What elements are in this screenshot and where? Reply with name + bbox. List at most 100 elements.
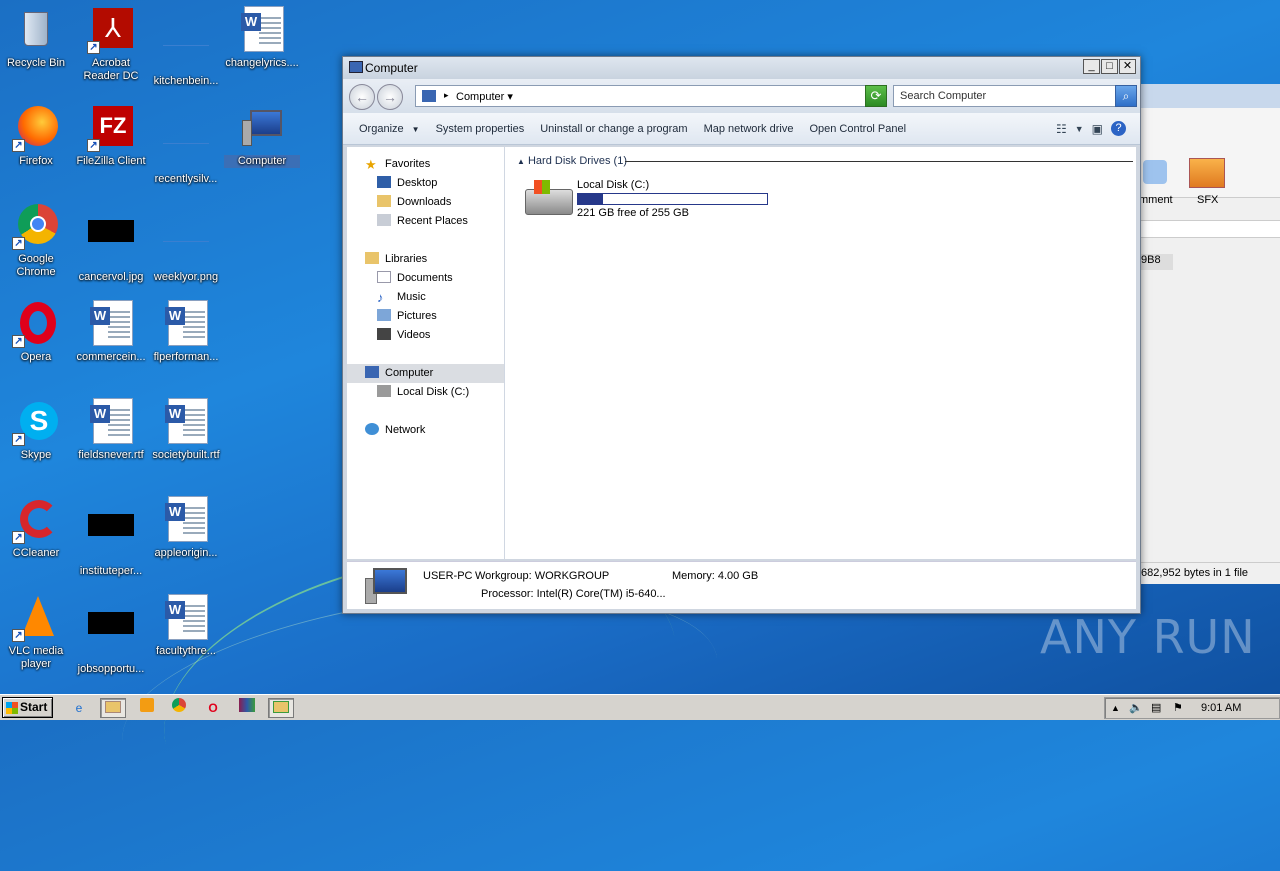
desktop-icon-label: VLC media player <box>8 645 64 670</box>
acrobat-icon: ⅄ ↗ <box>87 6 135 54</box>
vlc-icon: ↗ <box>12 594 60 642</box>
desktop-icon-label: Google Chrome <box>16 253 56 278</box>
explorer-window[interactable]: Computer _ □ ✕ ← → ▸ Computer ▾ ▼ ⟳ Sear… <box>342 56 1141 614</box>
internet-explorer-icon[interactable]: e <box>66 698 92 718</box>
desktop-icon-computer[interactable]: Computer <box>224 104 300 168</box>
list-item[interactable]: 9B8 <box>1139 254 1173 270</box>
desktop-icon-file[interactable]: W changelyrics.... <box>224 6 300 70</box>
computer-icon <box>365 568 409 604</box>
close-button[interactable]: ✕ <box>1119 59 1136 74</box>
desktop-icon-label: CCleaner <box>12 547 60 559</box>
refresh-button[interactable]: ⟳ <box>865 85 887 107</box>
desktop-icon-file[interactable]: cancervol.jpg <box>75 202 147 284</box>
nav-item-documents[interactable]: Documents <box>377 269 453 287</box>
downloads-icon <box>377 195 391 207</box>
nav-item-network[interactable]: Network <box>365 421 425 439</box>
desktop-icon-recycle-bin[interactable]: Recycle Bin <box>0 6 72 70</box>
desktop-icon-file[interactable]: jobsopportu... <box>75 594 147 676</box>
window-body: ★ Favorites Desktop Downloads Recent Plac… <box>347 147 1136 559</box>
nav-item-downloads[interactable]: Downloads <box>377 193 451 211</box>
search-icon[interactable]: ⌕ <box>1115 85 1137 107</box>
explorer-taskbar-button[interactable] <box>100 698 126 718</box>
desktop-icon-label: facultythre... <box>156 645 216 657</box>
desktop-icon-file[interactable]: W commercein... <box>75 300 147 364</box>
chevron-right-icon[interactable]: ▸ <box>444 90 449 101</box>
nav-item-local-disk[interactable]: Local Disk (C:) <box>377 383 469 401</box>
nav-item-desktop[interactable]: Desktop <box>377 174 437 192</box>
desktop-icon-label: jobsopportu... <box>77 663 145 675</box>
desktop-icon-file[interactable]: weeklyor.png <box>150 202 222 284</box>
pc-name: USER-PC <box>423 570 473 582</box>
desktop-icon-filezilla[interactable]: FZ ↗ FileZilla Client <box>75 104 147 168</box>
back-button[interactable]: ← <box>349 84 375 110</box>
toolbar-label[interactable]: mment <box>1139 194 1173 206</box>
start-button[interactable]: Start <box>2 697 53 718</box>
clock[interactable]: 9:01 AM <box>1201 698 1241 718</box>
desktop-icon-vlc[interactable]: ↗ VLC media player <box>0 594 72 671</box>
maximize-button[interactable]: □ <box>1101 59 1118 74</box>
drive-usage-bar <box>577 193 768 205</box>
organize-button[interactable]: Organize ▼ <box>351 123 428 135</box>
nav-item-videos[interactable]: Videos <box>377 326 430 344</box>
computer-icon <box>349 61 363 73</box>
nav-item-computer[interactable]: Computer <box>365 364 433 382</box>
group-header[interactable]: ▲ Hard Disk Drives (1) <box>517 155 627 167</box>
desktop-icon-skype[interactable]: S ↗ Skype <box>0 398 72 462</box>
address-bar[interactable]: ▸ Computer ▾ ▼ <box>415 85 885 107</box>
nav-item-recent-places[interactable]: Recent Places <box>377 212 468 230</box>
libraries-icon <box>365 252 379 264</box>
uninstall-program-button[interactable]: Uninstall or change a program <box>532 123 695 135</box>
ccleaner-icon: ↗ <box>12 496 60 544</box>
desktop-icon-file[interactable]: kitchenbein... <box>150 6 222 88</box>
minimize-button[interactable]: _ <box>1083 59 1100 74</box>
network-icon[interactable]: ▤ <box>1151 698 1161 718</box>
app-taskbar-button[interactable] <box>268 698 294 718</box>
winrar-icon[interactable] <box>234 698 260 718</box>
desktop-icon-ccleaner[interactable]: ↗ CCleaner <box>0 496 72 560</box>
nav-item-pictures[interactable]: Pictures <box>377 307 437 325</box>
desktop-icon-acrobat[interactable]: ⅄ ↗ Acrobat Reader DC <box>75 6 147 83</box>
desktop-icon-label: FileZilla Client <box>76 155 146 167</box>
nav-item-libraries[interactable]: Libraries <box>365 250 427 268</box>
desktop-icon-label: fieldsnever.rtf <box>78 449 144 461</box>
desktop-icon-file[interactable]: W facultythre... <box>150 594 222 658</box>
word-document-icon: W <box>162 398 210 446</box>
media-player-icon[interactable] <box>134 698 160 718</box>
desktop-icon-file[interactable]: recentlysilv... <box>150 104 222 186</box>
desktop-icon-label: recentlysilv... <box>154 173 218 185</box>
desktop-icon-file[interactable]: W flperforman... <box>150 300 222 364</box>
word-document-icon: W <box>238 6 286 54</box>
chrome-icon[interactable] <box>166 698 192 718</box>
memory: Memory: 4.00 GB <box>672 570 759 582</box>
desktop-icon-file[interactable]: W appleorigin... <box>150 496 222 560</box>
nav-item-music[interactable]: ♪ Music <box>377 288 426 306</box>
window-titlebar[interactable]: Computer _ □ ✕ <box>343 57 1140 79</box>
videos-icon <box>377 328 391 340</box>
desktop-icon-file[interactable]: W societybuilt.rtf <box>150 398 222 462</box>
view-options-icon[interactable]: ☷ <box>1056 122 1067 136</box>
volume-icon[interactable]: 🔈 <box>1129 698 1143 718</box>
preview-pane-icon[interactable]: ▣ <box>1092 122 1103 136</box>
background-window-titlebar[interactable] <box>1139 84 1280 108</box>
forward-button[interactable]: → <box>377 84 403 110</box>
recent-places-icon <box>377 214 391 226</box>
desktop-icon-file[interactable]: instituteper... <box>75 496 147 578</box>
search-input[interactable]: Search Computer <box>893 85 1117 107</box>
chevron-down-icon[interactable]: ▼ <box>1075 124 1084 134</box>
desktop-icon-file[interactable]: W fieldsnever.rtf <box>75 398 147 462</box>
breadcrumb[interactable]: Computer ▾ <box>456 90 513 103</box>
open-control-panel-button[interactable]: Open Control Panel <box>801 123 914 135</box>
background-window[interactable]: mment SFX 9B8 682,952 bytes in 1 file <box>1138 84 1280 584</box>
nav-item-favorites[interactable]: ★ Favorites <box>365 155 430 173</box>
desktop-icon-chrome[interactable]: ↗ Google Chrome <box>0 202 72 279</box>
system-properties-button[interactable]: System properties <box>428 123 533 135</box>
show-hidden-icons-icon[interactable]: ▲ <box>1111 698 1120 718</box>
action-center-flag-icon[interactable]: ⚑ <box>1173 698 1183 718</box>
help-icon[interactable]: ? <box>1111 121 1126 136</box>
desktop-icon-firefox[interactable]: ↗ Firefox <box>0 104 72 168</box>
toolbar-label[interactable]: SFX <box>1197 194 1218 206</box>
column-header <box>1139 220 1280 238</box>
opera-icon[interactable]: O <box>200 698 226 718</box>
map-network-drive-button[interactable]: Map network drive <box>696 123 802 135</box>
desktop-icon-opera[interactable]: ↗ Opera <box>0 300 72 364</box>
